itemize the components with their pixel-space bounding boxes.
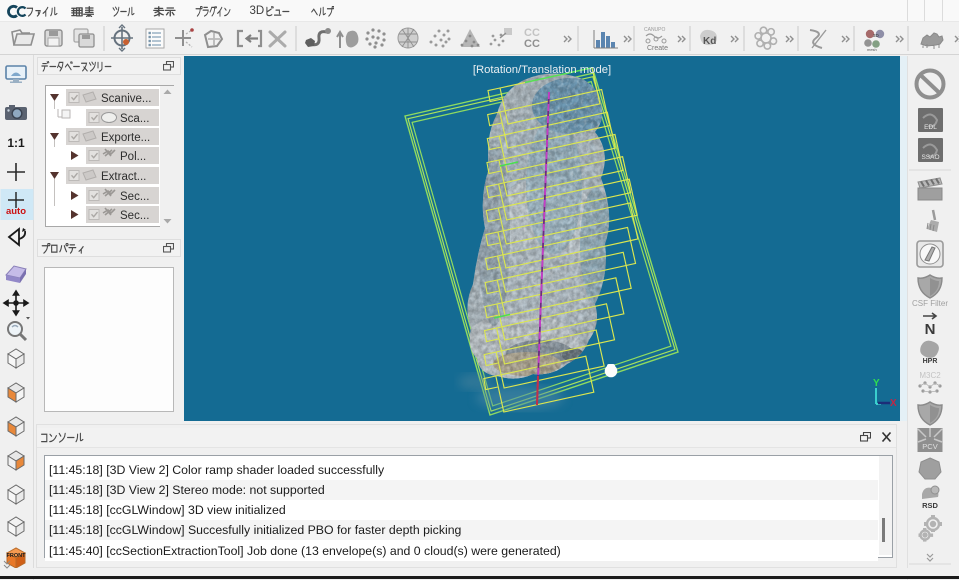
svg-text:SSAO: SSAO [921,154,939,161]
svg-text:auto: auto [6,206,26,217]
svg-text:FRONT: FRONT [7,553,27,559]
svg-text:Scanive...: Scanive... [101,93,152,105]
svg-text:CC: CC [524,38,540,50]
svg-text:Pol...: Pol... [120,151,146,163]
svg-text:M3C2: M3C2 [919,371,941,380]
svg-text:Sec...: Sec... [120,210,149,222]
svg-text:Sec...: Sec... [120,191,149,203]
svg-text:Kd: Kd [703,36,716,47]
svg-text:HPR: HPR [923,358,938,365]
svg-text:Exporte...: Exporte... [101,132,150,144]
svg-text:PCV: PCV [922,442,937,451]
svg-text:CANUPO: CANUPO [644,27,666,33]
svg-text:Sca...: Sca... [120,113,149,125]
svg-text:1:1: 1:1 [7,136,25,150]
svg-text:X: X [890,398,897,409]
svg-text:3D: 3D [873,33,880,38]
svg-text:Extract...: Extract... [101,171,146,183]
svg-text:N: N [925,321,936,338]
svg-text:EDL: EDL [924,124,937,131]
svg-text:[Rotation/Translation mode]: [Rotation/Translation mode] [473,64,611,76]
svg-text:Y: Y [873,378,880,389]
svg-text:RSD: RSD [922,501,938,510]
svg-text:CSF Filter: CSF Filter [912,299,948,308]
svg-text:mesh: mesh [867,47,877,52]
svg-text:Create: Create [647,45,668,52]
